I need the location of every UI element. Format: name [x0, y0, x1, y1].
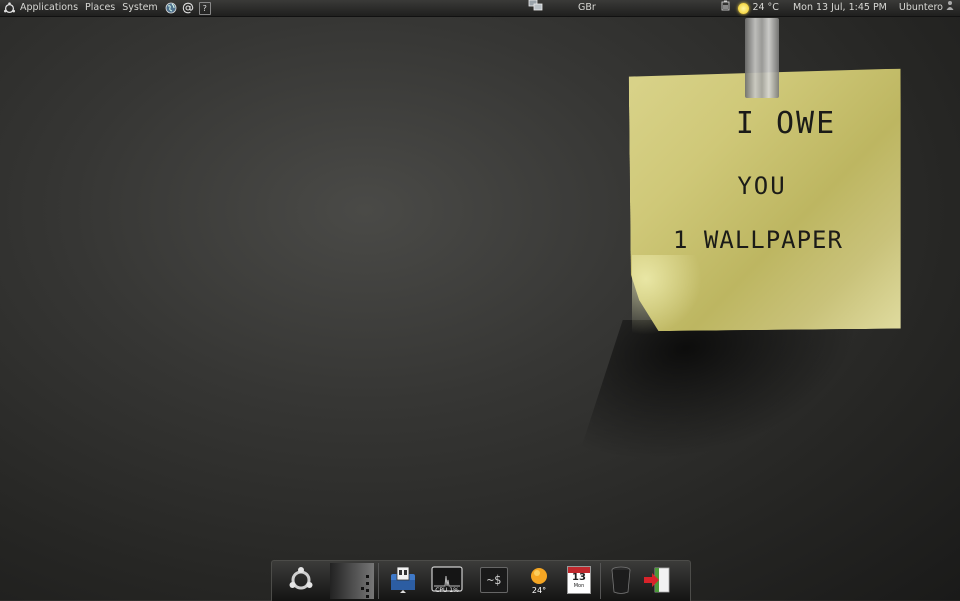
- ubuntu-logo-icon[interactable]: [3, 1, 16, 15]
- logout-icon: [644, 567, 670, 593]
- workspace-switcher-icon: [361, 575, 369, 598]
- top-panel: Applications Places System ? GBr 24 °C M…: [0, 0, 960, 17]
- tape-strip: [745, 18, 779, 98]
- terminal-icon: ~$: [480, 567, 508, 593]
- sun-icon: [738, 2, 750, 14]
- email-at-icon[interactable]: [182, 2, 194, 14]
- clock[interactable]: Mon 13 Jul, 1:45 PM: [793, 0, 887, 16]
- top-panel-left: Applications Places System ?: [3, 0, 216, 16]
- dock: CPU 1% ~$ 24° 13 Mon: [271, 560, 691, 601]
- system-menu[interactable]: System: [122, 0, 157, 16]
- network-icon[interactable]: [528, 0, 544, 18]
- calendar-weekday: Mon: [573, 583, 585, 589]
- trash-icon: [611, 566, 631, 594]
- battery-icon[interactable]: [721, 0, 730, 17]
- dock-separator: [378, 563, 379, 599]
- dock-logout[interactable]: [640, 563, 674, 597]
- calendar-day: 13: [572, 572, 586, 583]
- top-panel-right: 24 °C Mon 13 Jul, 1:45 PM Ubuntero: [713, 0, 954, 16]
- dock-ubuntu-logo[interactable]: [284, 563, 318, 597]
- dock-file-manager[interactable]: [386, 563, 420, 597]
- note-line-1: I OWE: [735, 106, 837, 141]
- places-menu[interactable]: Places: [85, 0, 115, 16]
- dock-trash[interactable]: [604, 563, 638, 597]
- dock-terminal[interactable]: ~$: [477, 563, 511, 597]
- weather-temperature: 24 °C: [752, 2, 779, 13]
- dock-cpu-monitor[interactable]: CPU 1%: [430, 563, 464, 597]
- keyboard-layout-indicator[interactable]: GBr: [578, 0, 596, 16]
- note-line-3: 1 WALLPAPER: [673, 226, 843, 254]
- top-panel-center: GBr: [528, 0, 596, 16]
- sticky-note-shadow: [577, 320, 863, 460]
- applications-menu[interactable]: Applications: [20, 0, 78, 16]
- user-icon[interactable]: [946, 0, 954, 16]
- terminal-prompt-label: ~$: [486, 573, 502, 587]
- dock-temperature-label: 24°: [531, 586, 547, 595]
- file-manager-icon: [391, 566, 415, 593]
- note-line-2: YOU: [737, 172, 787, 200]
- workspace-switcher[interactable]: [330, 563, 374, 599]
- globe-icon[interactable]: [165, 2, 177, 14]
- user-switcher[interactable]: Ubuntero: [899, 0, 943, 16]
- dock-calendar[interactable]: 13 Mon: [562, 563, 596, 597]
- weather-applet[interactable]: 24 °C: [738, 0, 779, 16]
- ubuntu-logo-icon: [289, 567, 313, 590]
- dock-weather[interactable]: 24°: [522, 563, 556, 597]
- cpu-usage-label: CPU 1%: [435, 587, 459, 594]
- help-icon[interactable]: ?: [198, 1, 211, 15]
- calendar-icon: 13 Mon: [567, 566, 591, 594]
- dock-separator: [600, 563, 601, 599]
